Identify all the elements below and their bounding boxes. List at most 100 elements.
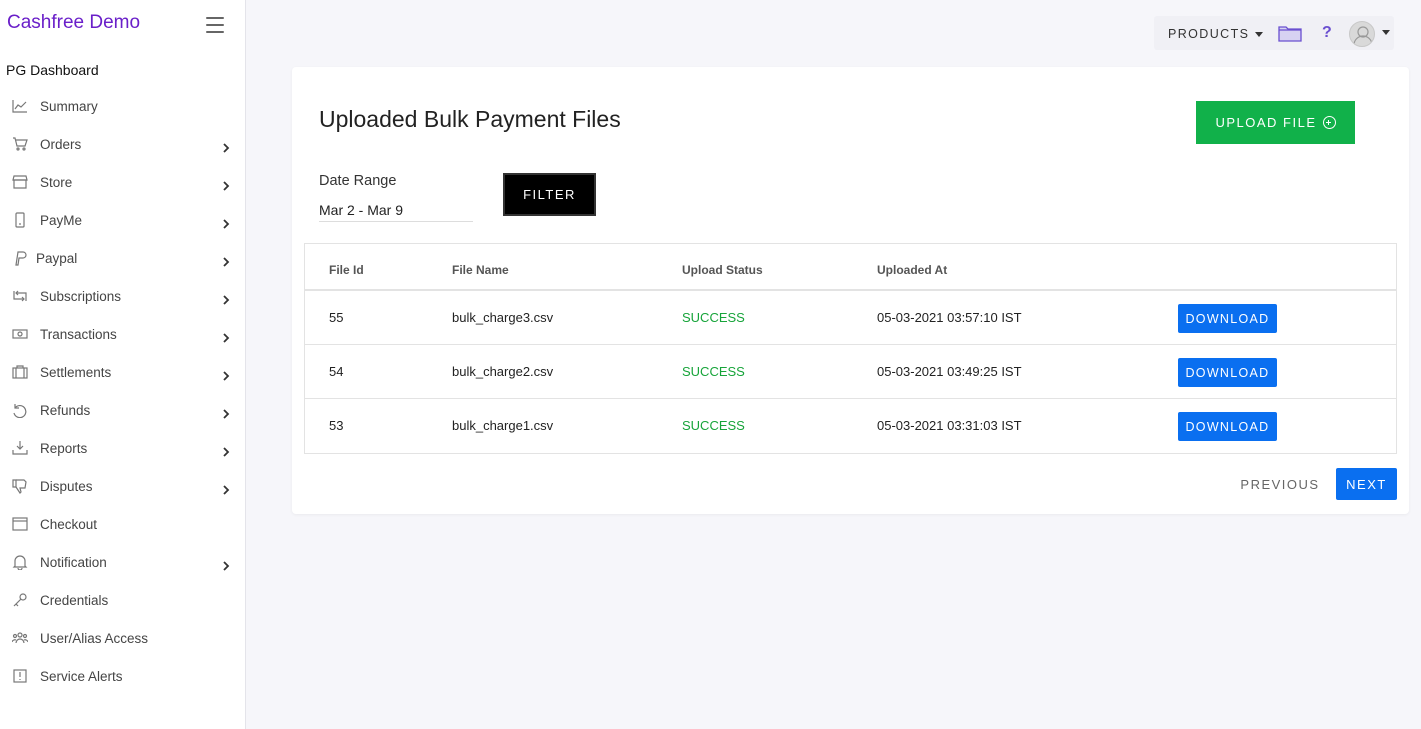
sidebar-item-label: PayMe xyxy=(40,212,83,228)
thumbs-down-icon xyxy=(12,478,28,494)
menu-toggle-icon[interactable] xyxy=(206,17,224,33)
sidebar-item-label: Checkout xyxy=(40,516,98,532)
table-row: 55 bulk_charge3.csv SUCCESS 05-03-2021 0… xyxy=(305,291,1396,345)
repeat-icon xyxy=(12,288,28,304)
chevron-right-icon xyxy=(221,406,231,419)
brand-logo-text[interactable]: Cashfree Demo xyxy=(7,12,140,34)
table-row: 54 bulk_charge2.csv SUCCESS 05-03-2021 0… xyxy=(305,345,1396,399)
plus-circle-icon xyxy=(1322,116,1336,129)
download-button[interactable]: DOWNLOAD xyxy=(1178,412,1277,441)
sidebar-item-orders[interactable]: Orders xyxy=(0,125,245,163)
sidebar-item-credentials[interactable]: Credentials xyxy=(0,581,245,619)
file-name-cell: bulk_charge3.csv xyxy=(452,310,554,325)
bell-icon xyxy=(12,554,28,570)
date-range-input[interactable] xyxy=(319,198,473,222)
chevron-right-icon xyxy=(221,216,231,229)
sidebar-item-service-alerts[interactable]: Service Alerts xyxy=(0,657,245,695)
sidebar-item-summary[interactable]: Summary xyxy=(0,87,245,125)
store-icon xyxy=(12,174,28,190)
phone-icon xyxy=(12,212,28,228)
column-header-file-name: File Name xyxy=(452,263,509,277)
file-id-cell: 53 xyxy=(329,418,344,433)
alert-icon xyxy=(12,668,28,684)
cart-icon xyxy=(12,136,28,152)
sidebar-item-paypal[interactable]: Paypal xyxy=(0,239,245,277)
topbar: PRODUCTS ? xyxy=(1154,16,1394,50)
sidebar-item-label: Reports xyxy=(40,440,88,456)
file-name-cell: bulk_charge2.csv xyxy=(452,364,554,379)
chevron-right-icon xyxy=(221,254,231,267)
upload-file-label: UPLOAD FILE xyxy=(1215,115,1317,130)
upload-status-cell: SUCCESS xyxy=(682,418,745,433)
caret-down-icon xyxy=(1255,32,1264,38)
sidebar-item-label: Disputes xyxy=(40,478,93,494)
uploaded-at-cell: 05-03-2021 03:49:25 IST xyxy=(877,364,1022,379)
section-title: PG Dashboard xyxy=(6,62,99,78)
products-dropdown[interactable]: PRODUCTS xyxy=(1168,27,1264,41)
sidebar: Cashfree Demo PG Dashboard Summary Order… xyxy=(0,0,246,729)
next-page-button[interactable]: NEXT xyxy=(1336,468,1397,500)
paypal-icon xyxy=(12,250,28,266)
sidebar-nav: Summary Orders Store PayMe Paypal Subscr… xyxy=(0,87,245,695)
sidebar-item-disputes[interactable]: Disputes xyxy=(0,467,245,505)
sidebar-item-label: User/Alias Access xyxy=(40,630,149,646)
uploaded-at-cell: 05-03-2021 03:57:10 IST xyxy=(877,310,1022,325)
sidebar-item-label: Summary xyxy=(40,98,98,114)
sidebar-item-transactions[interactable]: Transactions xyxy=(0,315,245,353)
upload-status-cell: SUCCESS xyxy=(682,364,745,379)
sidebar-item-checkout[interactable]: Checkout xyxy=(0,505,245,543)
column-header-uploaded-at: Uploaded At xyxy=(877,263,948,277)
window-icon xyxy=(12,516,28,532)
main-card: Uploaded Bulk Payment Files UPLOAD FILE … xyxy=(292,67,1409,514)
chevron-right-icon xyxy=(221,330,231,343)
briefcase-icon xyxy=(12,364,28,380)
download-button[interactable]: DOWNLOAD xyxy=(1178,304,1277,333)
sidebar-item-label: Subscriptions xyxy=(40,288,122,304)
files-table: File Id File Name Upload Status Uploaded… xyxy=(304,243,1397,454)
upload-file-button[interactable]: UPLOAD FILE xyxy=(1196,101,1355,144)
sidebar-item-label: Transactions xyxy=(40,326,117,342)
sidebar-item-refunds[interactable]: Refunds xyxy=(0,391,245,429)
sidebar-item-store[interactable]: Store xyxy=(0,163,245,201)
chart-line-icon xyxy=(12,98,28,114)
sidebar-item-label: Notification xyxy=(40,554,107,570)
uploaded-at-cell: 05-03-2021 03:31:03 IST xyxy=(877,418,1022,433)
sidebar-item-label: Refunds xyxy=(40,402,91,418)
filter-button[interactable]: FILTER xyxy=(503,173,596,216)
sidebar-item-payme[interactable]: PayMe xyxy=(0,201,245,239)
page-title: Uploaded Bulk Payment Files xyxy=(319,106,621,132)
sidebar-item-label: Settlements xyxy=(40,364,112,380)
users-icon xyxy=(12,630,28,646)
help-icon[interactable]: ? xyxy=(1322,24,1332,42)
file-id-cell: 55 xyxy=(329,310,344,325)
file-id-cell: 54 xyxy=(329,364,344,379)
folder-icon[interactable] xyxy=(1278,24,1302,42)
sidebar-item-user-alias-access[interactable]: User/Alias Access xyxy=(0,619,245,657)
sidebar-item-reports[interactable]: Reports xyxy=(0,429,245,467)
caret-down-icon[interactable] xyxy=(1382,30,1390,35)
sidebar-item-label: Orders xyxy=(40,136,82,152)
cash-icon xyxy=(12,326,28,342)
upload-status-cell: SUCCESS xyxy=(682,310,745,325)
file-name-cell: bulk_charge1.csv xyxy=(452,418,554,433)
avatar[interactable] xyxy=(1349,21,1375,47)
download-icon xyxy=(12,440,28,456)
chevron-right-icon xyxy=(221,482,231,495)
products-label: PRODUCTS xyxy=(1168,27,1250,41)
sidebar-item-notification[interactable]: Notification xyxy=(0,543,245,581)
refund-icon xyxy=(12,402,28,418)
sidebar-item-label: Store xyxy=(40,174,73,190)
chevron-right-icon xyxy=(221,178,231,191)
column-header-file-id: File Id xyxy=(329,263,364,277)
previous-page-button[interactable]: PREVIOUS xyxy=(1240,468,1320,500)
sidebar-item-settlements[interactable]: Settlements xyxy=(0,353,245,391)
sidebar-item-subscriptions[interactable]: Subscriptions xyxy=(0,277,245,315)
sidebar-item-label: Service Alerts xyxy=(40,668,123,684)
key-icon xyxy=(12,592,28,608)
sidebar-item-label: Paypal xyxy=(36,250,78,266)
column-header-upload-status: Upload Status xyxy=(682,263,763,277)
sidebar-item-label: Credentials xyxy=(40,592,109,608)
chevron-right-icon xyxy=(221,368,231,381)
chevron-right-icon xyxy=(221,140,231,153)
download-button[interactable]: DOWNLOAD xyxy=(1178,358,1277,387)
